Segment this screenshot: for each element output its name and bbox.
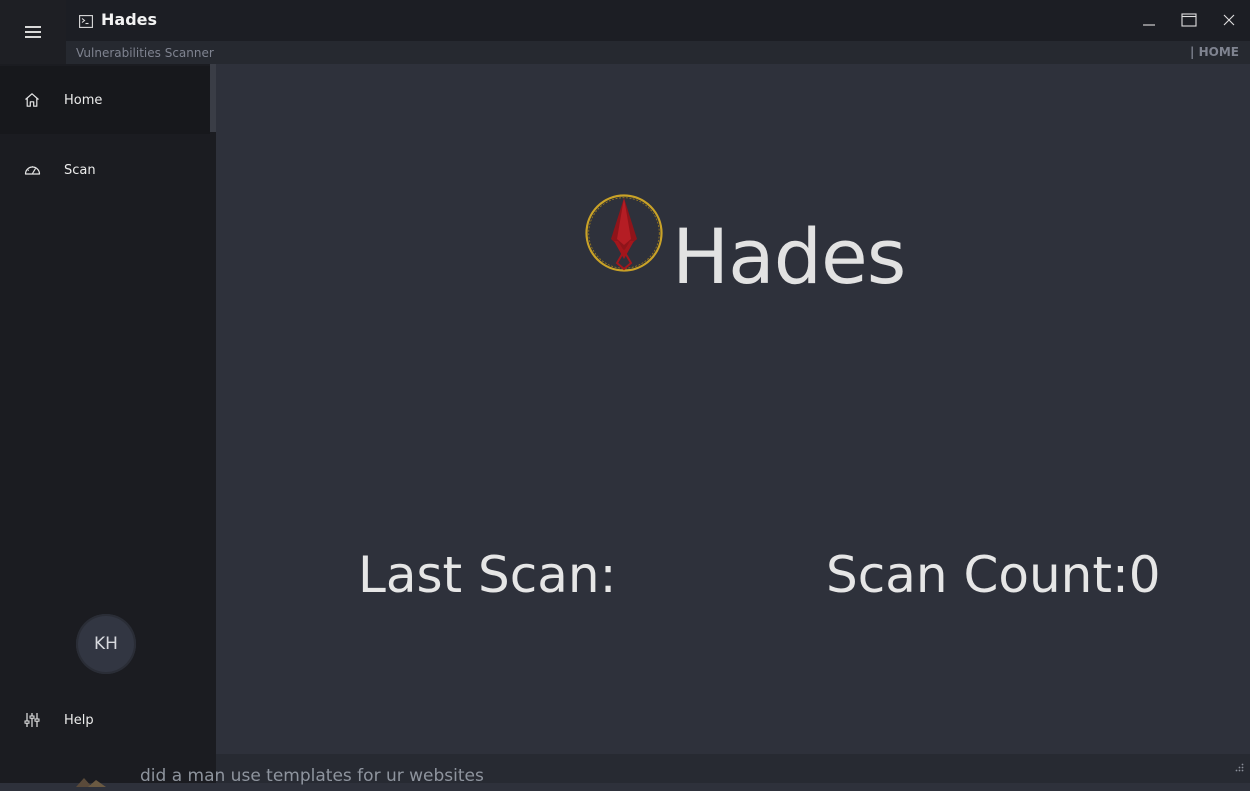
background-window-text: did a man use templates for ur websites [140,766,484,786]
sidebar-item-help[interactable]: Help [0,686,210,754]
minimize-icon [1143,24,1155,26]
resize-grip-icon[interactable] [1234,758,1244,777]
terminal-icon [79,13,93,32]
last-scan-label: Last Scan: [358,546,617,604]
sidebar-item-label: Home [64,92,103,108]
app-subtitle: Vulnerabilities Scanner [76,46,214,60]
scan-count-label: Scan Count:0 [826,546,1161,604]
close-icon [1223,14,1235,26]
hades-logo [584,193,664,277]
title-bar: Hades [66,0,1250,41]
minimize-button[interactable] [1138,10,1160,30]
close-button[interactable] [1218,10,1240,30]
window-title: Hades [101,10,158,29]
avatar-initials: KH [94,634,118,654]
sidebar-item-scan[interactable]: Scan [0,136,210,204]
brand-title: Hades [672,212,906,301]
sidebar: Home Scan KH Help [0,0,216,783]
sidebar-item-label: Help [64,712,94,728]
active-indicator [210,64,216,132]
sliders-icon [0,712,64,728]
hamburger-icon [25,25,41,39]
background-image-fragment [74,772,114,787]
maximize-button[interactable] [1178,10,1200,30]
breadcrumb: | HOME [1190,45,1239,59]
sidebar-item-home[interactable]: Home [0,66,210,134]
sidebar-item-label: Scan [64,162,96,178]
speedometer-icon [0,163,64,177]
header-strip: Vulnerabilities Scanner | HOME [66,41,1250,64]
hamburger-menu-button[interactable] [0,0,66,64]
home-icon [0,92,64,108]
maximize-icon [1181,13,1197,27]
avatar[interactable]: KH [76,614,136,674]
